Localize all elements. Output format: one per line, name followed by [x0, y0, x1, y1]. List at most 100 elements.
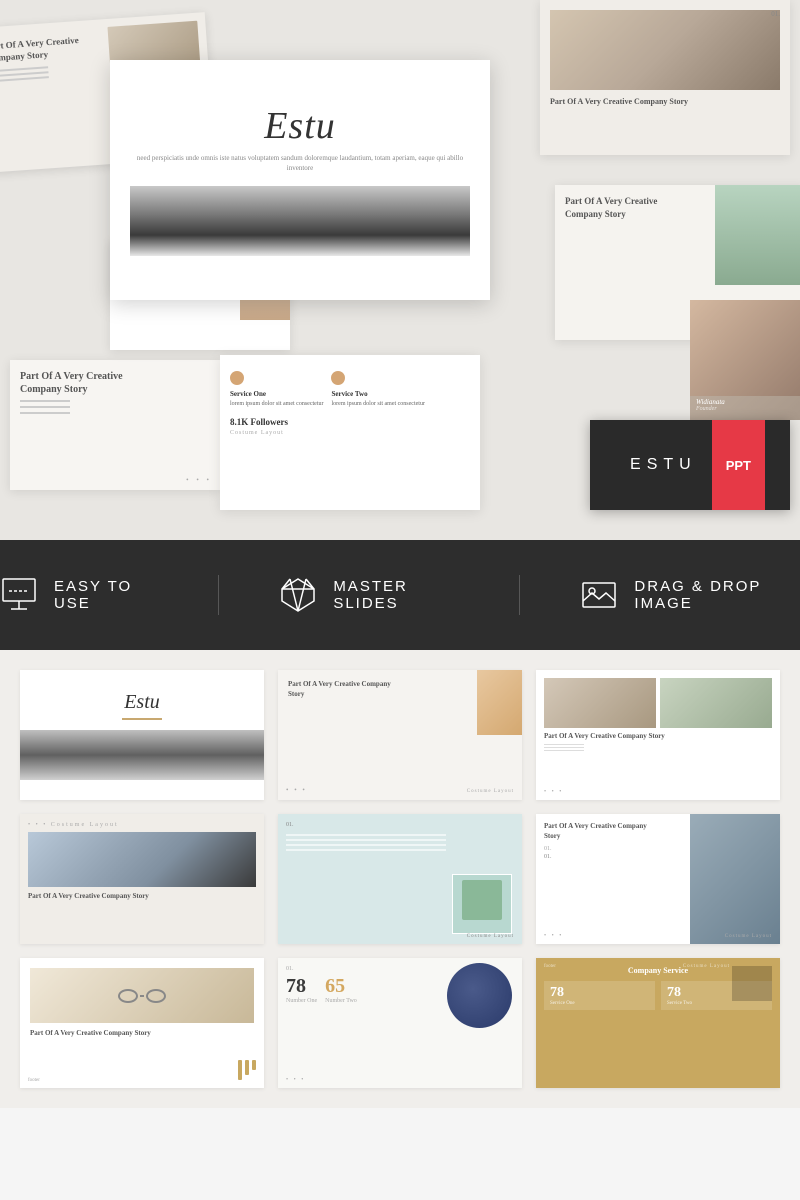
brand-badge: ESTU PPT — [590, 420, 790, 510]
service-icon-one — [230, 371, 244, 385]
slide-service: Service One lorem ipsum dolor sit amet c… — [220, 355, 480, 510]
slide-tr-num: 01. — [771, 10, 780, 18]
top-collage: Estu need perspiciatis unde omnis iste n… — [0, 0, 800, 540]
divider-2 — [519, 575, 520, 615]
features-banner: EASY TO USE MASTER SLIDES DRAG & DROP IM… — [0, 540, 800, 650]
main-slide-subtitle: need perspiciatis unde omnis iste natus … — [130, 154, 470, 174]
service-title-two: Service Two — [331, 390, 424, 400]
pin-1 — [238, 1060, 242, 1080]
lens-right — [146, 989, 166, 1003]
grid-r2c2-num: 01. — [286, 822, 514, 828]
lens-left — [118, 989, 138, 1003]
grid-r2c3-text: Part Of A Very Creative Company Story — [544, 822, 659, 842]
grid-r2c2-footer: Costume Layout — [467, 934, 514, 939]
drag-drop-label: DRAG & DROP IMAGE — [634, 578, 800, 612]
divider-1 — [218, 575, 219, 615]
service-items: Service One lorem ipsum dolor sit amet c… — [230, 371, 470, 409]
service-item-two: Service Two lorem ipsum dolor sit amet c… — [331, 371, 424, 409]
grid-slide-r2c3: Part Of A Very Creative Company Story 01… — [536, 814, 780, 944]
grid-r3c1-image — [30, 968, 254, 1023]
grid-r1c1-line — [122, 718, 162, 720]
grid-r2c1-num: • • • Costume Layout — [28, 822, 256, 828]
grid-stat-one: 78 Service One — [544, 981, 655, 1010]
grid-r1c3-img2 — [660, 678, 772, 728]
slide-bottom-left: Part Of A Very Creative Company Story • … — [10, 360, 220, 490]
grid-r2c2-lines — [286, 834, 514, 851]
grid-slide-r1c1: Estu — [20, 670, 264, 800]
grid-r1c3-text: Part Of A Very Creative Company Story — [544, 732, 772, 742]
grid-r2c3-image — [690, 814, 780, 944]
service-title-one: Service One — [230, 390, 323, 400]
grid-r3c2-image — [447, 963, 517, 1028]
grid-r3c3-image — [732, 966, 772, 1001]
bridge — [140, 995, 144, 997]
grid-r1c3-dots: • • • — [544, 789, 563, 795]
grid-r1c3-images — [544, 678, 772, 728]
grid-r2c3-footer: Costume Layout — [725, 934, 772, 939]
slide-mr-image — [715, 185, 800, 285]
grid-slide-r3c2: 01. 78 Number One 65 Number Two • • • — [278, 958, 522, 1088]
grid-r2c1-text: Part Of A Very Creative Company Story — [28, 892, 256, 902]
grid-r1c2-dots: • • • — [286, 786, 307, 794]
presentation-icon — [0, 573, 38, 617]
grid-slide-r1c3: Part Of A Very Creative Company Story • … — [536, 670, 780, 800]
grid-r3c2-dots: • • • — [286, 1077, 305, 1083]
slide-tr-image — [550, 10, 780, 90]
grid-slide-r3c1: Part Of A Very Creative Company Story fo… — [20, 958, 264, 1088]
grid-title-estu: Estu — [124, 691, 160, 714]
grid-r3c1-pins — [238, 1060, 256, 1080]
easy-to-use-label: EASY TO USE — [54, 578, 159, 612]
brand-badge-type: PPT — [712, 420, 765, 510]
slides-grid: Estu Part Of A Very Creative Company Sto… — [0, 650, 800, 1108]
grid-slide-r2c2: 01. Costume Layout — [278, 814, 522, 944]
slide-bl-dots: • • • — [186, 476, 212, 484]
service-icon-two — [331, 371, 345, 385]
slide-mr-text: Part Of A Very Creative Company Story — [565, 195, 695, 220]
feature-drag-drop: DRAG & DROP IMAGE — [580, 573, 800, 617]
plant-shape — [462, 880, 502, 920]
slide-person: Widianata Founder — [690, 300, 800, 420]
brand-badge-name: ESTU — [615, 456, 712, 474]
glasses-shape — [30, 968, 254, 1023]
slide-bl-lines — [20, 400, 210, 414]
slide-bl-text: Part Of A Very Creative Company Story — [20, 370, 130, 396]
grid-slide-r3c3: footer Costume Layout Company Service 78… — [536, 958, 780, 1088]
person-photo — [690, 300, 800, 396]
grid-r1c2-text: Part Of A Very Creative Company Story — [288, 680, 398, 700]
grid-r3c3-layout: Costume Layout — [683, 964, 730, 969]
main-slide-mountain-img — [130, 186, 470, 256]
master-slides-label: MASTER SLIDES — [333, 578, 459, 612]
grid-r1c1-mountain — [20, 730, 264, 780]
grid-r1c2-footer: Costume Layout — [467, 789, 514, 794]
service-footer: Costume Layout — [230, 430, 470, 436]
service-desc-two: lorem ipsum dolor sit amet consectetur — [331, 400, 424, 408]
grid-r1c2-image — [477, 670, 522, 735]
grid-r2c3-dots: • • • — [544, 933, 563, 939]
service-desc-one: lorem ipsum dolor sit amet consectetur — [230, 400, 323, 408]
grid-r2c1-image — [28, 832, 256, 887]
pin-2 — [245, 1060, 249, 1075]
main-slide: Estu need perspiciatis unde omnis iste n… — [110, 60, 490, 300]
main-slide-title: Estu — [264, 104, 336, 148]
grid-r1c3-img1 — [544, 678, 656, 728]
slide-top-right: 01. Part Of A Very Creative Company Stor… — [540, 0, 790, 155]
slide-tr-text: Part Of A Very Creative Company Story — [550, 96, 780, 107]
feature-easy-to-use: EASY TO USE — [0, 573, 158, 617]
grid-r2c2-plant — [452, 874, 512, 934]
slide-tl-text: Part Of A Very Creative Company Story — [0, 34, 88, 64]
person-name: Widianata Founder — [696, 398, 725, 412]
image-icon — [580, 573, 618, 617]
grid-r3c3-num: footer — [544, 964, 556, 969]
stat-two: 65 Number Two — [325, 976, 357, 1004]
blueberry-shape — [447, 963, 512, 1028]
stat-one: 78 Number One — [286, 976, 317, 1004]
grid-r3c1-text: Part Of A Very Creative Company Story — [30, 1029, 254, 1039]
pin-3 — [252, 1060, 256, 1070]
grid-slide-r1c2: Part Of A Very Creative Company Story • … — [278, 670, 522, 800]
service-item-one: Service One lorem ipsum dolor sit amet c… — [230, 371, 323, 409]
grid-slide-r2c1: • • • Costume Layout Part Of A Very Crea… — [20, 814, 264, 944]
grid-r3c1-footer: footer — [28, 1078, 40, 1083]
feature-master-slides: MASTER SLIDES — [279, 573, 459, 617]
grid-r1c3-lines — [544, 744, 772, 751]
diamond-icon — [279, 573, 317, 617]
